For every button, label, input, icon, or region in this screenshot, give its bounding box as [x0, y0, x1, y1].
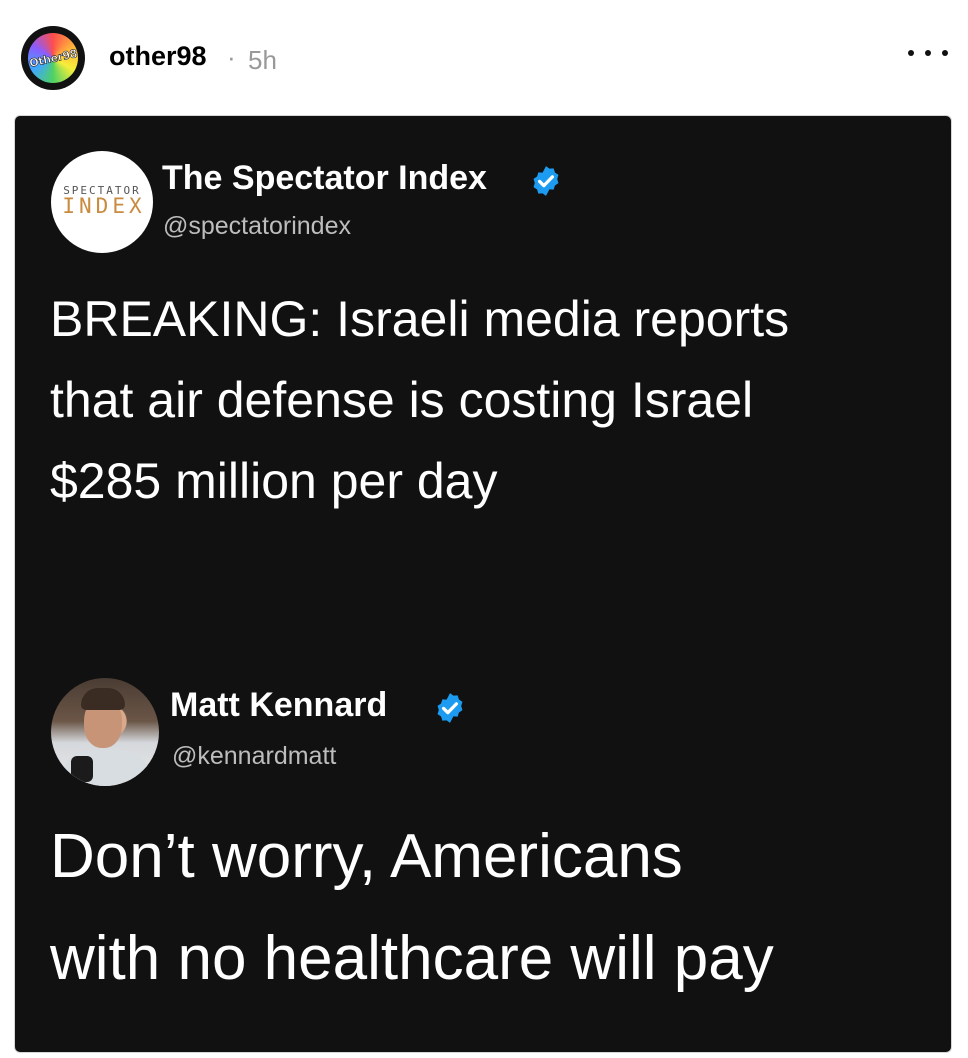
tweet1-text-line: $285 million per day — [50, 453, 498, 509]
more-dots-icon — [908, 50, 914, 56]
tweet1-text-line: BREAKING: Israeli media reports — [50, 291, 790, 347]
tweet1-handle: @spectatorindex — [163, 212, 351, 240]
avatar-logo: Other98 — [28, 33, 78, 83]
avatar-logo-text: Other98 — [28, 46, 78, 70]
tweet1-text-line: that air defense is costing Israel — [50, 372, 754, 428]
verified-badge-icon — [533, 166, 559, 196]
verified-badge-icon — [437, 693, 463, 723]
tweet2-text-line: with no healthcare will pay — [50, 924, 774, 993]
logo-text-bottom: INDEX — [62, 194, 146, 218]
more-dots-icon — [942, 50, 948, 56]
post-header: Other98 other98 · 5h — [0, 0, 968, 115]
avatar-hair — [81, 688, 125, 710]
tweet2-text: Don’t worry, Americans with no healthcar… — [50, 806, 774, 1010]
tweet1-display-name: The Spectator Index — [162, 159, 487, 197]
post-image[interactable]: SPECTATOR INDEX The Spectator Index @spe… — [14, 115, 952, 1053]
spectator-index-avatar: SPECTATOR INDEX — [51, 151, 153, 253]
separator-dot: · — [227, 42, 236, 72]
tweet2-text-line: Don’t worry, Americans — [50, 822, 683, 891]
more-dots-icon — [925, 50, 931, 56]
username[interactable]: other98 — [109, 41, 207, 72]
user-avatar[interactable]: Other98 — [21, 26, 85, 90]
microphone-icon — [71, 756, 93, 782]
tweet1-text: BREAKING: Israeli media reports that air… — [50, 279, 789, 522]
matt-kennard-avatar — [51, 678, 159, 786]
tweet2-display-name: Matt Kennard — [170, 686, 388, 724]
more-options-button[interactable] — [908, 38, 948, 68]
tweet2-handle: @kennardmatt — [172, 742, 337, 770]
post-timestamp: 5h — [248, 45, 277, 75]
